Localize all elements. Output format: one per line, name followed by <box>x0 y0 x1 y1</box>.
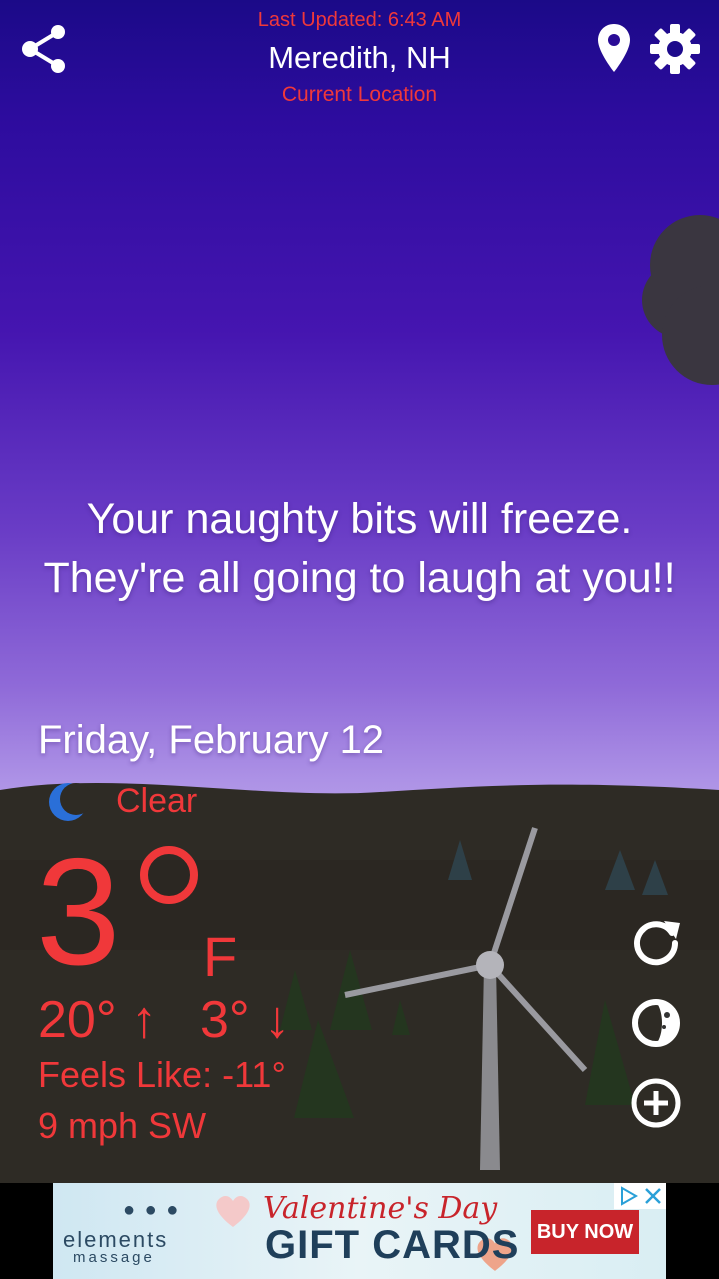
cloud-shape <box>642 215 719 385</box>
ad-brand-sub: massage <box>73 1249 155 1266</box>
temperature-unit[interactable]: F <box>203 924 237 989</box>
wind-text: 9 mph SW <box>38 1105 207 1146</box>
ad-subheadline: GIFT CARDS <box>265 1223 520 1267</box>
ad-choices[interactable] <box>614 1183 666 1209</box>
current-location-label: Current Location <box>281 83 438 106</box>
radar-icon[interactable] <box>628 995 684 1051</box>
high-low-row: 20° ↑ 3° ↓ <box>38 990 290 1050</box>
weather-scene: Last Updated: 6:43 AM Meredith, NH Curre… <box>0 0 719 1183</box>
top-bar: Last Updated: 6:43 AM Meredith, NH Curre… <box>0 0 719 120</box>
high-temperature: 20° ↑ <box>38 991 158 1049</box>
plus-circle-icon[interactable] <box>628 1075 684 1131</box>
degree-symbol <box>140 846 198 904</box>
low-temperature: 3° ↓ <box>200 991 291 1049</box>
ad-banner[interactable]: ● ● ● elements massage Valentine's Day G… <box>53 1183 666 1279</box>
close-icon[interactable] <box>642 1185 664 1207</box>
buy-now-button[interactable]: BUY NOW <box>531 1210 639 1254</box>
ad-headline: Valentine's Day <box>263 1191 498 1226</box>
share-icon[interactable] <box>18 22 72 76</box>
heart-decoration-icon <box>216 1195 250 1227</box>
ad-info-icon[interactable] <box>616 1184 640 1208</box>
crescent-moon-icon <box>49 783 90 821</box>
forecast-message: Your naughty bits will freeze. They're a… <box>43 495 676 602</box>
refresh-icon[interactable] <box>628 913 684 969</box>
current-temperature: 3 <box>36 827 121 997</box>
date-label: Friday, February 12 <box>38 718 385 762</box>
condition-text: Clear <box>116 782 198 820</box>
map-pin-icon[interactable] <box>596 22 632 74</box>
gear-icon[interactable] <box>648 22 702 76</box>
brand-logo-icon: ● ● ● <box>123 1199 181 1221</box>
feels-like-text: Feels Like: -11° <box>38 1054 286 1095</box>
